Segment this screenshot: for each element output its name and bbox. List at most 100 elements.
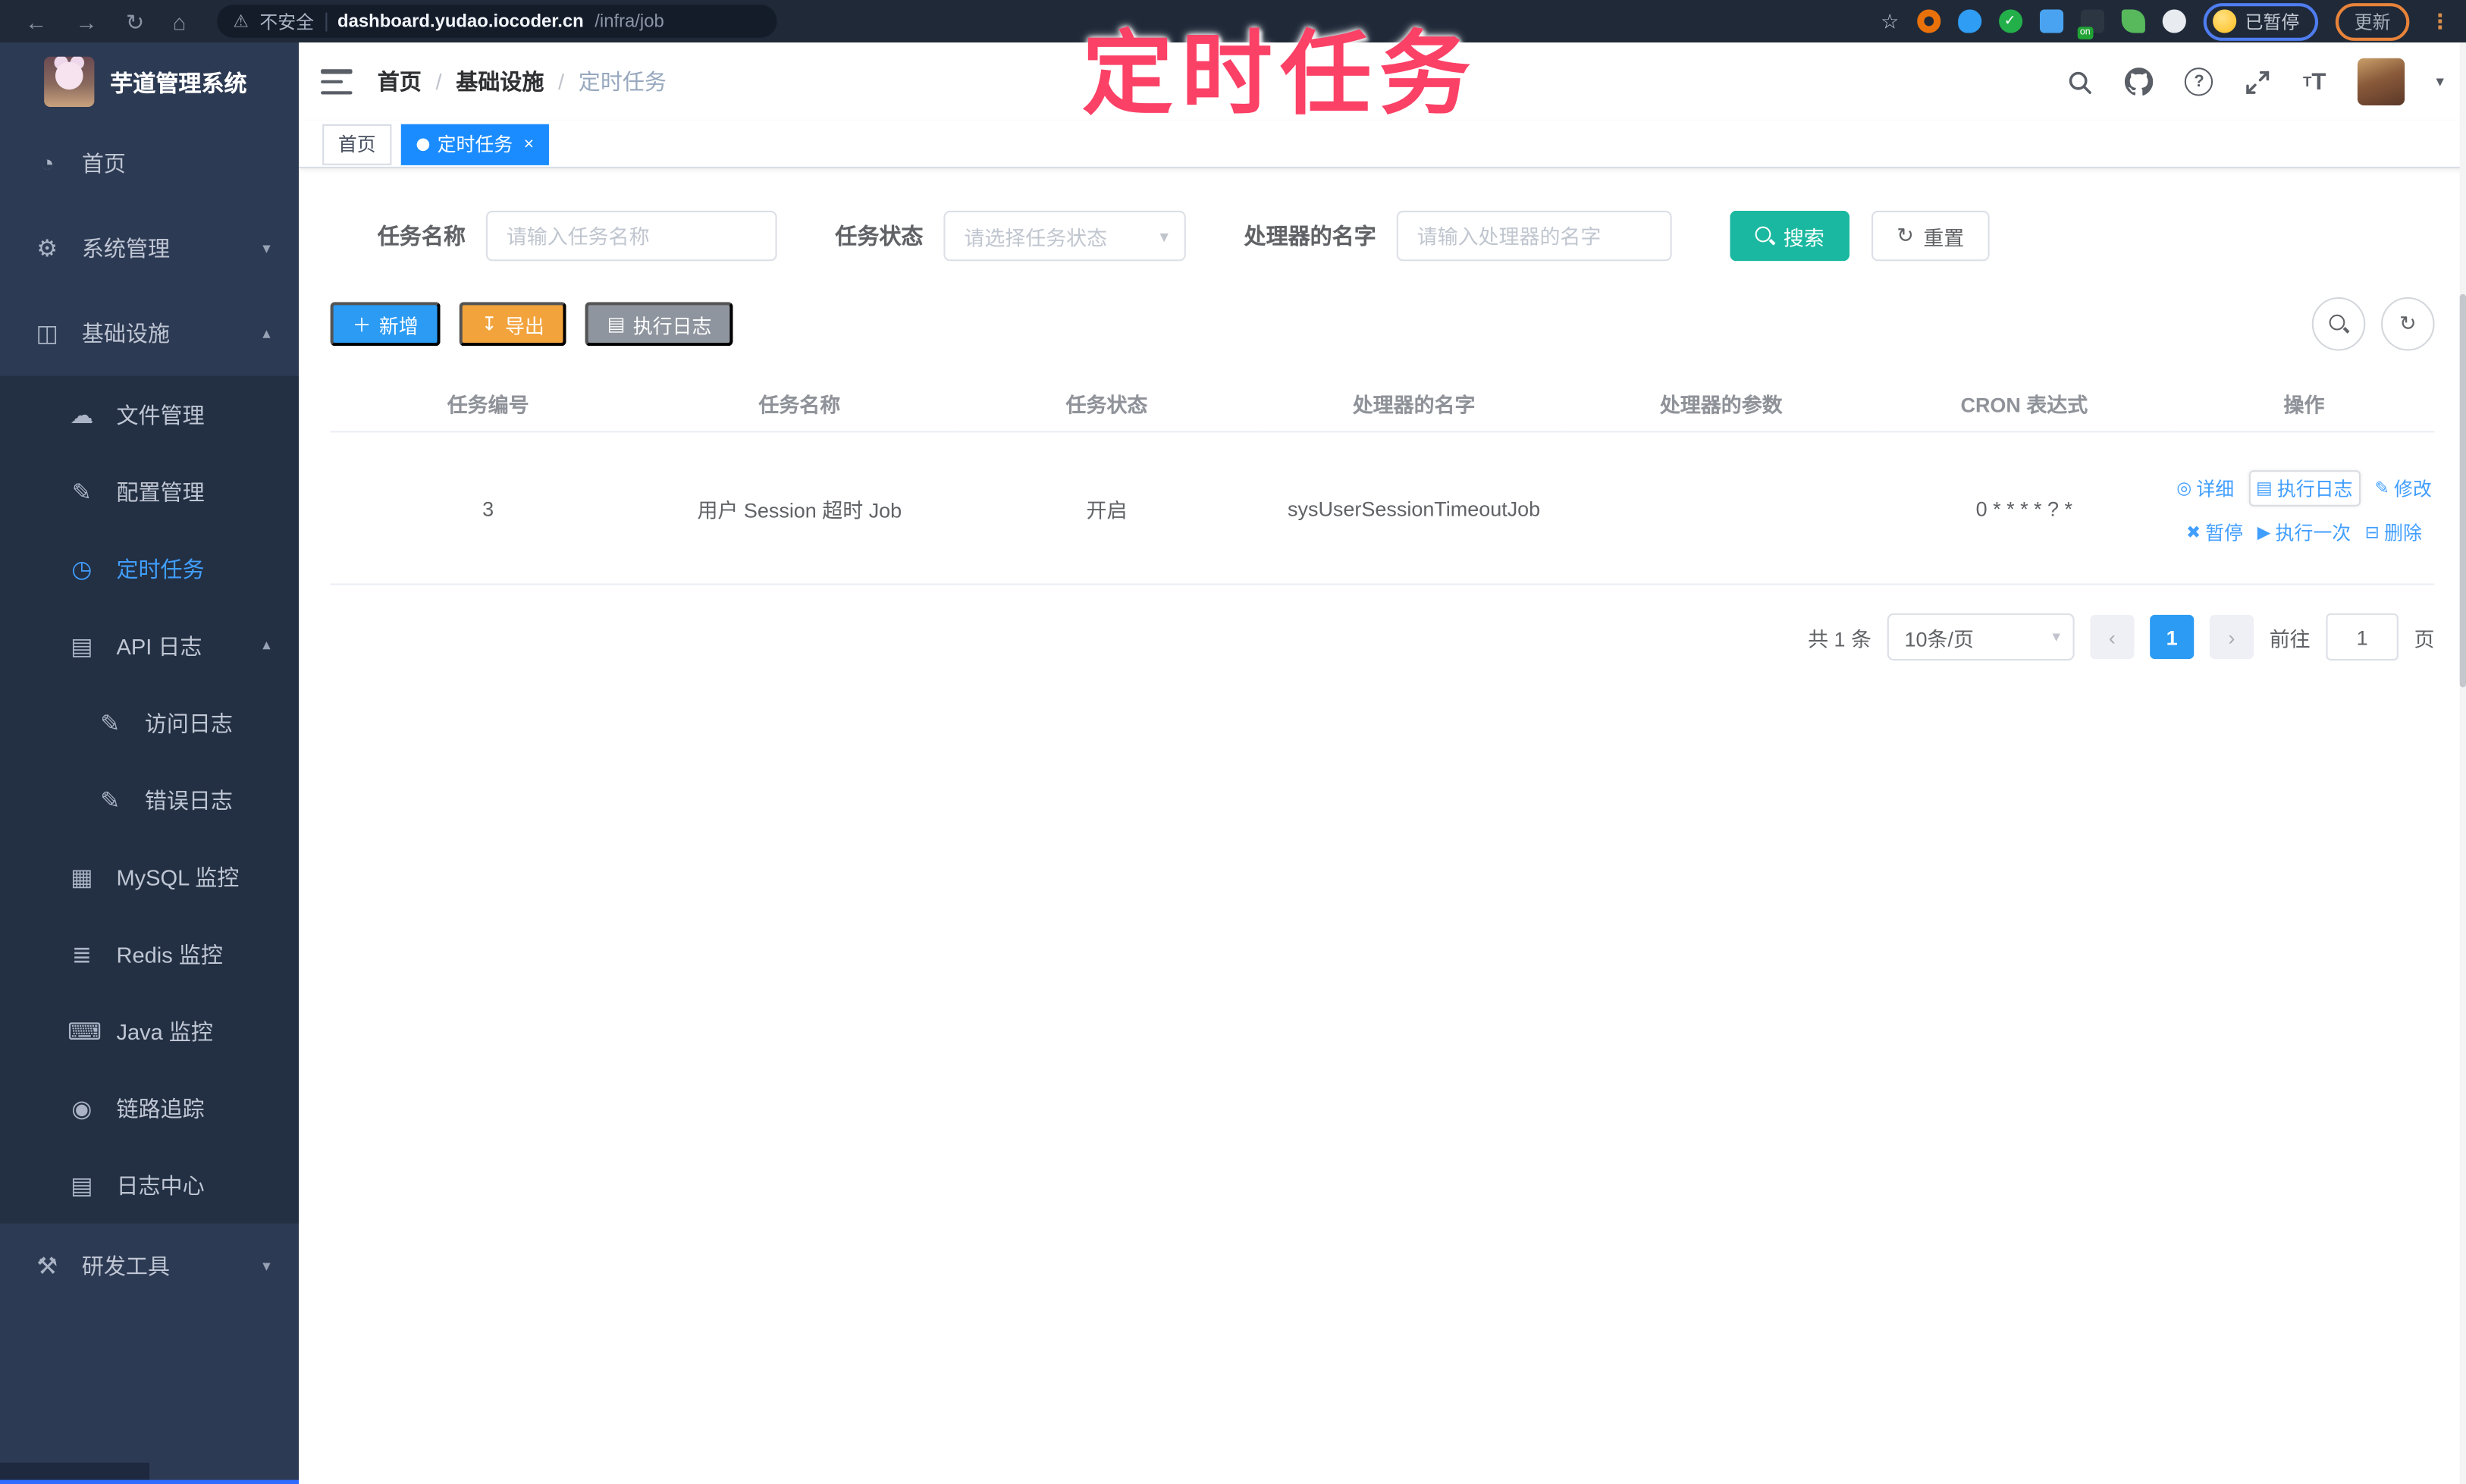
update-label: 更新: [2354, 13, 2391, 33]
export-button[interactable]: ↧ 导出: [459, 302, 566, 347]
extensions-pin-icon[interactable]: [2161, 9, 2185, 33]
row-exec-log-link[interactable]: ▤ 执行日志: [2248, 470, 2361, 507]
address-bar[interactable]: ⚠ 不安全 dashboard.yudao.iocoder.cn/infra/j…: [217, 5, 777, 38]
chevron-up-icon: ▴: [262, 636, 271, 654]
sidebar-item-label: MySQL 监控: [116, 864, 240, 889]
extension-orange-icon[interactable]: [1916, 9, 1940, 33]
breadcrumb-current: 定时任务: [578, 69, 667, 95]
prev-page-button[interactable]: ‹: [2090, 614, 2135, 660]
refresh-table-button[interactable]: ↻: [2381, 296, 2435, 351]
user-menu-caret-icon[interactable]: ▾: [2436, 73, 2444, 90]
job-status-select[interactable]: 请选择任务状态 ▾: [943, 210, 1186, 262]
tag-home[interactable]: 首页: [322, 123, 392, 165]
sidebar-item-label: 错误日志: [144, 787, 233, 813]
play-icon: ▶: [2257, 523, 2271, 543]
profile-paused-chip[interactable]: 已暂停: [2202, 2, 2319, 40]
sidebar-item-trace[interactable]: ◉ 链路追踪: [0, 1069, 299, 1147]
app-root: ← → ↻ ⌂ ⚠ 不安全 dashboard.yudao.iocoder.cn…: [0, 0, 2466, 1484]
page-size-select[interactable]: 10条/页 ▾: [1887, 613, 2075, 661]
edit-link[interactable]: ✎ 修改: [2375, 475, 2432, 501]
detail-link[interactable]: ◎ 详细: [2176, 475, 2234, 501]
download-icon: ↧: [481, 312, 497, 335]
help-icon[interactable]: ?: [2185, 67, 2213, 96]
active-tag-dot: [416, 137, 430, 151]
logo-title: 芋道管理系统: [110, 71, 247, 97]
sidebar-item-label: 链路追踪: [116, 1095, 205, 1121]
browser-toolbar: ← → ↻ ⌂ ⚠ 不安全 dashboard.yudao.iocoder.cn…: [0, 0, 2466, 42]
refresh-icon: ↻: [1897, 223, 1914, 247]
extension-switch-icon[interactable]: on: [2076, 9, 2104, 39]
next-page-button[interactable]: ›: [2209, 614, 2254, 660]
add-button[interactable]: ＋ 新增: [330, 302, 441, 347]
sidebar-item-java-monitor[interactable]: ⌨ Java 监控: [0, 993, 299, 1070]
extension-leaf-icon[interactable]: [2120, 9, 2144, 33]
sidebar-item-label: Redis 监控: [116, 941, 223, 967]
breadcrumb-home[interactable]: 首页: [378, 66, 422, 97]
delete-link[interactable]: ⊟ 删除: [2365, 519, 2422, 545]
github-icon[interactable]: [2125, 67, 2154, 96]
breadcrumb-infra[interactable]: 基础设施: [456, 66, 544, 97]
close-icon[interactable]: ×: [524, 134, 534, 153]
browser-update-button[interactable]: 更新: [2335, 2, 2410, 40]
sidebar-item-label: 日志中心: [116, 1172, 205, 1198]
goto-page-input[interactable]: [2326, 613, 2399, 661]
search-icon[interactable]: [2067, 68, 2094, 95]
sidebar-item-dev-tools[interactable]: ⚒ 研发工具 ▾: [0, 1224, 299, 1309]
infrastructure-icon: ◫: [36, 321, 58, 348]
refresh-icon: ↻: [2399, 311, 2417, 335]
config-edit-icon: ✎: [71, 478, 92, 506]
search-button[interactable]: 搜索: [1730, 210, 1850, 262]
sidebar-item-infra[interactable]: ◫ 基础设施 ▴: [0, 291, 299, 376]
export-button-label: 导出: [504, 315, 544, 337]
toggle-search-button[interactable]: [2311, 296, 2366, 351]
sidebar-item-error-log[interactable]: ✎ 错误日志: [0, 761, 299, 839]
run-once-link[interactable]: ▶ 执行一次: [2257, 519, 2351, 545]
dev-tools-icon: ⚒: [36, 1253, 58, 1281]
extension-puzzle-icon[interactable]: [2038, 9, 2063, 33]
actions-row-1: ◎ 详细 ▤ 执行日志 ✎ 修改: [2176, 470, 2432, 507]
chevron-down-icon: ▾: [262, 240, 271, 258]
browser-forward-icon[interactable]: →: [66, 10, 107, 32]
sidebar-item-home[interactable]: ◔ 首页: [0, 121, 299, 206]
handler-name-input[interactable]: [1396, 210, 1672, 262]
sidebar-item-label: 文件管理: [116, 401, 205, 428]
sidebar-logo[interactable]: 芋道管理系统: [0, 42, 299, 121]
browser-home-icon[interactable]: ⌂: [163, 10, 195, 32]
sidebar-item-file-manage[interactable]: ☁ 文件管理: [0, 376, 299, 453]
browser-reload-icon[interactable]: ↻: [116, 10, 153, 32]
current-page-button[interactable]: 1: [2150, 614, 2195, 660]
tag-scheduled-jobs[interactable]: 定时任务 ×: [400, 123, 550, 165]
detail-link-label: 详细: [2196, 478, 2235, 500]
sidebar-toggle-icon[interactable]: [321, 69, 353, 95]
sidebar-item-redis-monitor[interactable]: ≣ Redis 监控: [0, 915, 299, 993]
sidebar-item-mysql-monitor[interactable]: ▦ MySQL 监控: [0, 838, 299, 915]
page-scrollbar[interactable]: [2459, 42, 2466, 1484]
job-status-label: 任务状态: [835, 223, 924, 249]
run-once-label: 执行一次: [2275, 522, 2351, 544]
pause-link[interactable]: ✖ 暂停: [2186, 519, 2243, 545]
sidebar-item-log-center[interactable]: ▤ 日志中心: [0, 1147, 299, 1224]
user-avatar[interactable]: [2357, 58, 2405, 105]
job-name-input[interactable]: [485, 210, 777, 262]
browser-menu-icon[interactable]: ⋮: [2427, 8, 2450, 33]
job-status-placeholder: 请选择任务状态: [964, 225, 1108, 249]
browser-back-icon[interactable]: ←: [16, 10, 57, 32]
reset-button[interactable]: ↻ 重置: [1871, 210, 1990, 262]
sidebar-item-access-log[interactable]: ✎ 访问日志: [0, 684, 299, 761]
row-exec-log-label: 执行日志: [2276, 478, 2353, 500]
log-list-icon: ▤: [2256, 479, 2273, 499]
breadcrumb-separator: /: [435, 69, 442, 95]
sidebar-item-system[interactable]: ⚙ 系统管理 ▾: [0, 206, 299, 291]
job-page: 任务名称 任务状态 请选择任务状态 ▾ 处理器的名字: [299, 168, 2466, 1484]
sidebar-item-config-manage[interactable]: ✎ 配置管理: [0, 453, 299, 530]
exec-log-button[interactable]: ▤ 执行日志: [585, 302, 734, 347]
bookmark-star-icon[interactable]: ☆: [1881, 8, 1899, 33]
font-size-icon[interactable]: TT: [2303, 68, 2326, 95]
search-icon: [2329, 314, 2348, 334]
scrollbar-thumb[interactable]: [2459, 293, 2466, 688]
fullscreen-icon[interactable]: [2245, 68, 2271, 95]
sidebar-item-scheduled-jobs[interactable]: ◷ 定时任务: [0, 530, 299, 607]
sidebar-item-api-log[interactable]: ▤ API 日志 ▴: [0, 607, 299, 685]
extension-check-icon[interactable]: ✓: [1998, 9, 2022, 33]
extension-drop-icon[interactable]: [1957, 9, 1981, 33]
